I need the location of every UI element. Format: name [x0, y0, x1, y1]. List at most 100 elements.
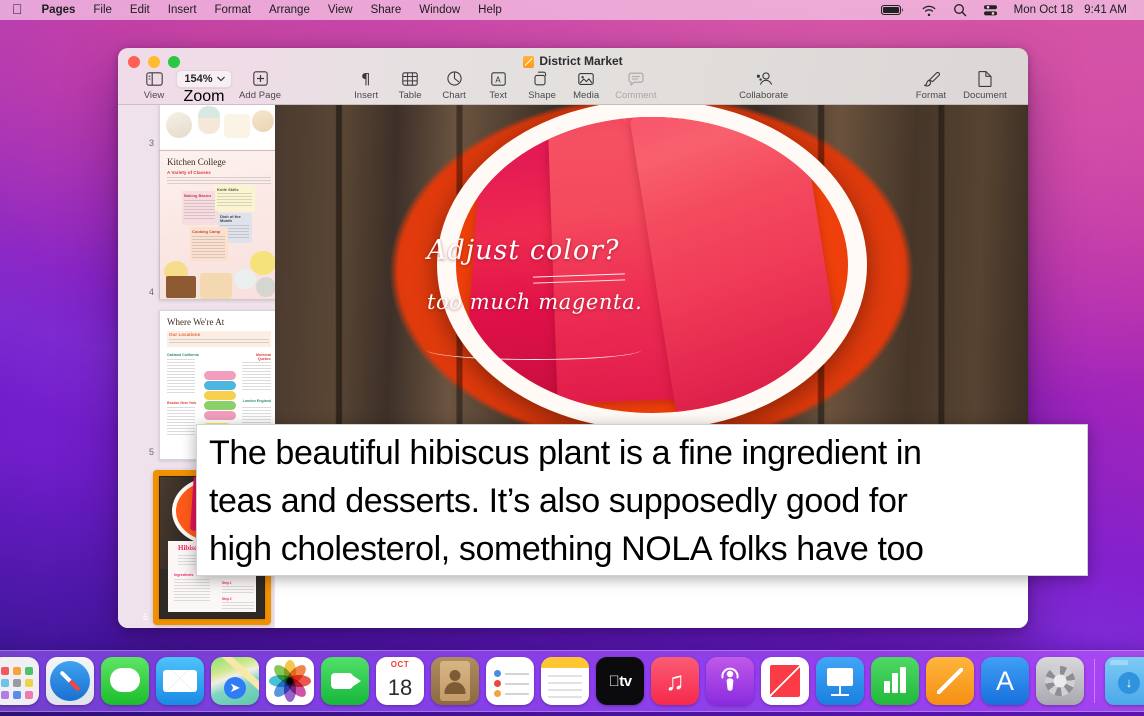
close-button[interactable] — [128, 56, 140, 68]
dock-item-downloads[interactable]: ↓ — [1105, 657, 1144, 705]
toolbar-add-page-label: Add Page — [239, 90, 282, 101]
menu-item-window[interactable]: Window — [410, 0, 469, 20]
dock-item-contacts[interactable] — [431, 657, 479, 705]
dock-item-facetime[interactable] — [321, 657, 369, 705]
mail-icon — [163, 670, 197, 692]
dock-item-tv[interactable]: tv — [596, 657, 644, 705]
toolbar-table-button[interactable]: Table — [388, 70, 432, 101]
dock-item-music[interactable]: ♫ — [651, 657, 699, 705]
dock-item-launchpad[interactable] — [0, 657, 39, 705]
toolbar-format-label: Format — [915, 90, 947, 101]
music-note-icon: ♫ — [665, 665, 685, 696]
chevron-down-icon — [216, 73, 225, 85]
menu-item-format[interactable]: Format — [206, 0, 260, 20]
dock-item-notes[interactable] — [541, 657, 589, 705]
news-icon — [770, 665, 800, 697]
thumbnail-page-3[interactable]: 3 — [140, 105, 275, 151]
numbers-icon — [884, 681, 890, 693]
pages-toolbar: View 154% Zoom Add Page ¶ Insert Table C… — [118, 70, 1028, 105]
pilcrow-icon: ¶ — [360, 70, 373, 87]
toolbar-shape-button[interactable]: Shape — [520, 70, 564, 101]
podcasts-icon — [716, 663, 744, 699]
toolbar-comment-button[interactable]: Comment — [608, 70, 664, 101]
thumbnail-page-number: 5 — [148, 447, 154, 457]
toolbar-text-label: Text — [489, 90, 507, 101]
menu-bar:  Pages File Edit Insert Format Arrange … — [0, 0, 1144, 20]
hover-text-line-3: high cholesterol, something NOLA folks h… — [209, 530, 924, 568]
dock-item-pages[interactable] — [926, 657, 974, 705]
menu-item-edit[interactable]: Edit — [121, 0, 159, 20]
zoom-dropdown-button[interactable]: 154% — [176, 70, 232, 88]
dock-item-podcasts[interactable] — [706, 657, 754, 705]
menu-item-arrange[interactable]: Arrange — [260, 0, 319, 20]
battery-icon[interactable] — [873, 0, 913, 20]
toolbar-left-group: View 154% Zoom Add Page — [132, 70, 288, 106]
thumbnail-title: Where We're At — [167, 317, 225, 327]
appletv-icon: tv — [608, 672, 632, 690]
hover-text-line-1: The beautiful hibiscus plant is a fine i… — [209, 434, 922, 472]
document-title[interactable]: District Market — [539, 54, 622, 68]
dock-item-calendar[interactable]: OCT 18 — [376, 657, 424, 705]
notes-icon — [541, 657, 589, 668]
menubar-clock[interactable]: 9:41 AM — [1081, 0, 1135, 20]
menu-item-view[interactable]: View — [319, 0, 362, 20]
dock-item-safari[interactable] — [46, 657, 94, 705]
toolbar-zoom-control[interactable]: 154% Zoom — [176, 70, 232, 106]
thumbnail-image: Kitchen College A Variety of Classes Bak… — [159, 150, 275, 300]
dock-item-appstore[interactable]: A — [981, 657, 1029, 705]
toolbar-document-button[interactable]: Document — [956, 70, 1014, 101]
dock-item-numbers[interactable] — [871, 657, 919, 705]
dock-item-news[interactable] — [761, 657, 809, 705]
popsicle-photo[interactable]: Adjust color? too much magenta. — [275, 105, 1028, 425]
toolbar-text-button[interactable]: A Text — [476, 70, 520, 101]
toolbar-insert-button[interactable]: ¶ Insert — [344, 70, 388, 101]
toolbar-view-label: View — [143, 90, 165, 101]
dock-item-system-settings[interactable] — [1036, 657, 1084, 705]
plus-square-icon — [252, 70, 268, 87]
svg-text:A: A — [495, 75, 501, 84]
thumbnail-image — [159, 105, 275, 151]
toolbar-collaborate-button[interactable]: Collaborate — [728, 70, 800, 101]
toolbar-zoom-label: Zoom — [183, 88, 225, 105]
thumbnail-page-4[interactable]: 4 Kitchen College A Variety of Classes B… — [140, 150, 275, 300]
dock-item-maps[interactable]: ➤ — [211, 657, 259, 705]
dock-item-photos[interactable] — [266, 657, 314, 705]
minimize-button[interactable] — [148, 56, 160, 68]
comment-bubble-icon — [628, 70, 644, 87]
dock-item-keynote[interactable] — [816, 657, 864, 705]
wifi-icon[interactable] — [913, 0, 945, 20]
paintbrush-icon — [923, 70, 940, 87]
pages-document-icon — [523, 56, 535, 68]
menu-item-insert[interactable]: Insert — [159, 0, 206, 20]
gear-icon — [1045, 666, 1075, 696]
apple-logo-icon[interactable]:  — [8, 0, 33, 19]
toolbar-media-button[interactable]: Media — [564, 70, 608, 101]
dock-item-mail[interactable] — [156, 657, 204, 705]
toolbar-add-page-button[interactable]: Add Page — [232, 70, 288, 101]
orange-bowl — [436, 105, 867, 425]
thumbnail-page-number: 4 — [148, 287, 154, 297]
toolbar-view-button[interactable]: View — [132, 70, 176, 101]
menubar-date[interactable]: Mon Oct 18 — [1006, 0, 1081, 20]
toolbar-chart-button[interactable]: Chart — [432, 70, 476, 101]
thumbnail-title: Kitchen College — [167, 157, 226, 167]
maps-icon: ➤ — [224, 677, 246, 699]
search-icon[interactable] — [945, 0, 975, 20]
zoom-button[interactable] — [168, 56, 180, 68]
toolbar-table-label: Table — [398, 90, 422, 101]
control-center-icon[interactable] — [975, 0, 1006, 20]
dock-item-reminders[interactable] — [486, 657, 534, 705]
sidebar-icon — [145, 70, 163, 87]
menu-item-file[interactable]: File — [84, 0, 121, 20]
dock-item-messages[interactable] — [101, 657, 149, 705]
menu-item-help[interactable]: Help — [469, 0, 511, 20]
menu-item-pages[interactable]: Pages — [33, 0, 85, 20]
toolbar-format-button[interactable]: Format — [906, 70, 956, 101]
menu-item-share[interactable]: Share — [362, 0, 411, 20]
document-page-icon — [978, 70, 992, 87]
pages-icon — [937, 668, 963, 694]
hover-text-line-2: teas and desserts. It’s also supposedly … — [209, 482, 908, 520]
toolbar-collaborate-group: Collaborate — [728, 70, 800, 101]
toolbar-comment-label: Comment — [615, 90, 657, 101]
dock: ➤ OCT 18 tv ♫ — [0, 650, 1144, 712]
